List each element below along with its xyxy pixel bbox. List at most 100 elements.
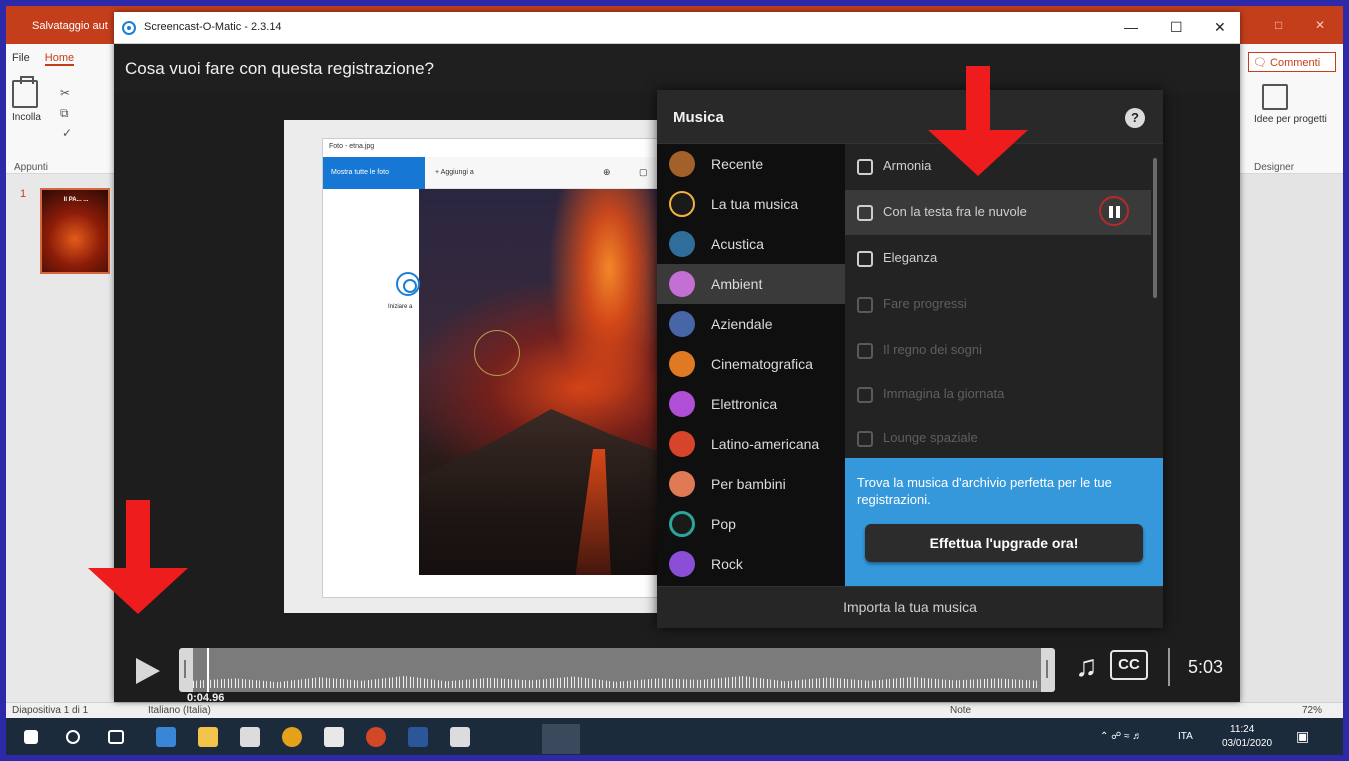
current-time: 0:04.96	[187, 692, 225, 704]
tray-icons[interactable]: ⌃ ☍ ≈ ♬	[1100, 731, 1142, 742]
design-ideas-label[interactable]: Idee per progetti	[1254, 114, 1327, 126]
guitar-icon	[669, 231, 695, 257]
zoom-level[interactable]: 72%	[1302, 705, 1322, 716]
track-item-locked: Il regno dei sogni	[845, 328, 1151, 373]
playhead[interactable]	[207, 648, 209, 692]
track-item-locked: Lounge spaziale	[845, 416, 1151, 461]
ribbon-right: 🗨 Commenti Idee per progetti Designer	[1240, 44, 1343, 174]
app-icon[interactable]	[156, 727, 176, 747]
slide-thumbnails-panel: 1 Il PA... ...	[6, 174, 114, 702]
track-item-locked: Immagina la giornata	[845, 372, 1151, 417]
file-explorer-icon[interactable]	[198, 727, 218, 747]
clock-date[interactable]: 03/01/2020	[1222, 738, 1272, 749]
screencast-o-matic-window: Screencast-O-Matic - 2.3.14 — ☐ ✕ Cosa v…	[114, 12, 1240, 704]
tab-home[interactable]: Home	[44, 52, 75, 66]
category-pop[interactable]: Pop	[657, 504, 845, 544]
word-icon[interactable]	[408, 727, 428, 747]
divider	[1168, 648, 1170, 686]
comments-button[interactable]: 🗨 Commenti	[1248, 52, 1336, 72]
clipboard-icon	[12, 76, 38, 108]
screencast-o-matic-taskbar-icon[interactable]	[542, 724, 580, 754]
category-rock[interactable]: Rock	[657, 544, 845, 584]
category-cinematografica[interactable]: Cinematografica	[657, 344, 845, 384]
track-label: Lounge spaziale	[883, 430, 978, 445]
app-window-icon[interactable]	[240, 727, 260, 747]
category-label: Acustica	[711, 236, 764, 252]
pause-icon[interactable]	[1099, 196, 1129, 226]
track-item-playing[interactable]: Con la testa fra le nuvole	[845, 190, 1151, 235]
app-window-icon-2[interactable]	[450, 727, 470, 747]
copy-icon[interactable]: ⧉	[60, 106, 69, 121]
track-checkbox[interactable]	[857, 251, 873, 267]
track-checkbox	[857, 297, 873, 313]
duration: 5:03	[1188, 657, 1224, 677]
category-per-bambini[interactable]: Per bambini	[657, 464, 845, 504]
track-label: Immagina la giornata	[883, 386, 1005, 401]
paste-button[interactable]: Incolla	[12, 76, 41, 123]
close-icon[interactable]: ✕	[1315, 18, 1325, 32]
track-item[interactable]: Eleganza	[845, 236, 1151, 281]
track-label: Il regno dei sogni	[883, 342, 983, 357]
slide-thumbnail[interactable]: Il PA... ...	[40, 188, 110, 274]
import-music-button[interactable]: Importa la tua musica	[657, 586, 1163, 628]
chrome-icon[interactable]	[282, 727, 302, 747]
ribbon-tabs: File Home	[12, 52, 86, 66]
upgrade-button[interactable]: Effettua l'upgrade ora!	[865, 524, 1143, 562]
category-aziendale[interactable]: Aziendale	[657, 304, 845, 344]
category-acustica[interactable]: Acustica	[657, 224, 845, 264]
track-checkbox	[857, 343, 873, 359]
track-list-scrollbar[interactable]	[1153, 158, 1157, 298]
cursor-highlight-ring	[474, 330, 520, 376]
restore-icon[interactable]: □	[1275, 18, 1282, 32]
preview-trash-icon: ▢	[639, 167, 648, 177]
captions-button[interactable]: CC	[1110, 650, 1148, 680]
photos-icon[interactable]	[324, 727, 344, 747]
red-arrow-shaft	[966, 66, 990, 132]
slide-status: Diapositiva 1 di 1	[12, 705, 89, 716]
category-ambient[interactable]: Ambient	[657, 264, 845, 304]
category-label: Ambient	[711, 276, 763, 292]
som-titlebar: Screencast-O-Matic - 2.3.14 — ☐ ✕	[114, 12, 1240, 44]
track-checkbox[interactable]	[857, 205, 873, 221]
music-categories: Recente La tua musica Acustica Ambient A…	[657, 144, 845, 586]
tab-file[interactable]: File	[12, 52, 30, 64]
timeline[interactable]	[179, 648, 1055, 692]
category-la-tua-musica[interactable]: La tua musica	[657, 184, 845, 224]
trim-start-handle[interactable]	[179, 648, 193, 692]
track-item-locked: Fare progressi	[845, 282, 1151, 327]
preview-record-label: Iniziare a	[388, 304, 413, 310]
track-checkbox[interactable]	[857, 159, 873, 175]
preview-volcano-image	[419, 189, 659, 575]
kids-icon	[669, 471, 695, 497]
track-label: Eleganza	[883, 250, 938, 265]
play-button[interactable]	[136, 658, 160, 684]
task-view-icon[interactable]	[108, 730, 124, 744]
format-painter-icon[interactable]: ✓	[62, 126, 72, 140]
powerpoint-icon[interactable]	[366, 727, 386, 747]
input-language[interactable]: ITA	[1178, 731, 1193, 742]
language-status[interactable]: Italiano (Italia)	[148, 705, 211, 716]
close-icon[interactable]: ✕	[1214, 19, 1226, 36]
search-icon[interactable]	[66, 730, 80, 744]
trim-end-handle[interactable]	[1041, 648, 1055, 692]
category-latino-americana[interactable]: Latino-americana	[657, 424, 845, 464]
window-title: Screencast-O-Matic - 2.3.14	[144, 21, 282, 33]
help-icon[interactable]: ?	[1125, 108, 1145, 128]
latin-icon	[669, 431, 695, 457]
track-label: Con la testa fra le nuvole	[883, 204, 1027, 219]
video-preview[interactable]: Foto - etna.jpg Mostra tutte le foto + A…	[284, 120, 664, 613]
category-elettronica[interactable]: Elettronica	[657, 384, 845, 424]
windows-start-icon[interactable]	[24, 730, 38, 744]
music-note-icon[interactable]: ♫	[1075, 652, 1098, 682]
category-recente[interactable]: Recente	[657, 144, 845, 184]
clock-time[interactable]: 11:24	[1230, 724, 1254, 735]
notifications-icon[interactable]: ▣	[1296, 728, 1309, 745]
screencast-logo-icon	[122, 21, 136, 35]
cut-icon[interactable]: ✂	[60, 86, 70, 100]
notes-button[interactable]: Note	[950, 705, 971, 716]
minimize-icon[interactable]: —	[1124, 19, 1138, 35]
clipboard-group-label: Appunti	[14, 162, 48, 173]
music-title: Musica	[673, 109, 724, 126]
maximize-icon[interactable]: ☐	[1170, 19, 1183, 36]
design-ideas-icon[interactable]	[1262, 84, 1288, 110]
